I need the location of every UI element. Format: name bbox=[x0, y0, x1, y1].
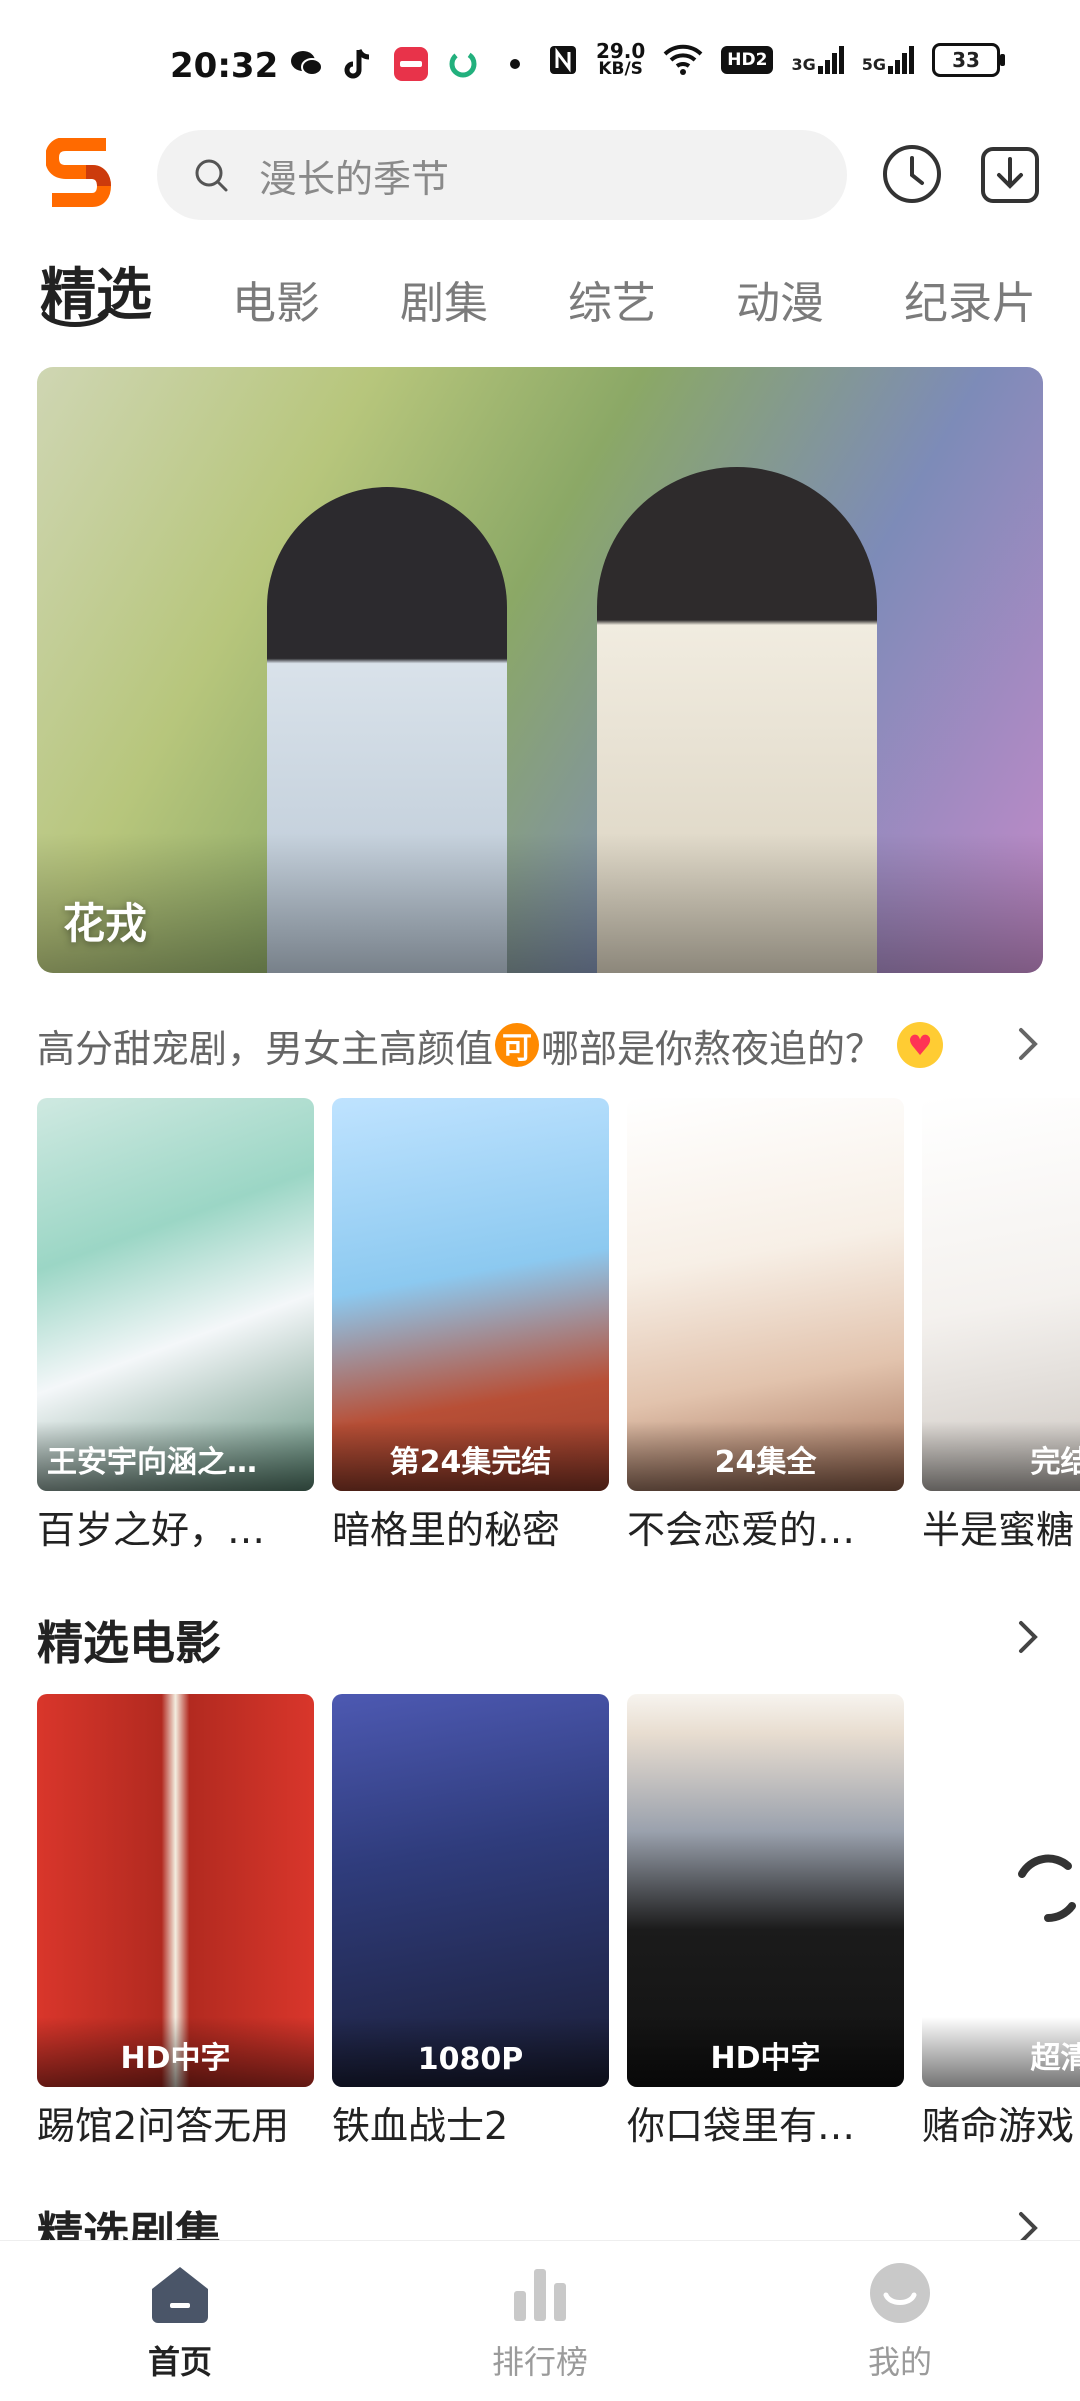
download-icon bbox=[981, 147, 1039, 203]
battery-level: 33 bbox=[952, 48, 980, 72]
wifi-icon bbox=[663, 44, 703, 75]
system-status-icons: 29.0 KB/S HD2 3G 5G 33 bbox=[548, 39, 1005, 79]
poster-badge: HD中字 bbox=[710, 2041, 821, 2076]
poster-badge: 1080P bbox=[417, 2042, 524, 2077]
history-button[interactable] bbox=[880, 142, 944, 206]
tab-series[interactable]: 剧集 bbox=[400, 267, 488, 331]
nav-ranking-label: 排行榜 bbox=[491, 2343, 588, 2381]
section-title-featured-movies: 精选电影 bbox=[37, 1616, 221, 1670]
xiaohongshu-icon bbox=[394, 47, 428, 81]
status-bar: 20:32 29.0 KB/S HD2 3G 5G 33 bbox=[0, 0, 1080, 125]
hd-badge: HD2 bbox=[721, 46, 774, 74]
poster-image: HD中字 bbox=[627, 1694, 904, 2087]
nav-profile[interactable]: 我的 bbox=[800, 2259, 1000, 2383]
search-placeholder: 漫长的季节 bbox=[259, 156, 450, 201]
nfc-icon bbox=[549, 46, 576, 74]
clock-icon bbox=[883, 145, 941, 203]
movie-card[interactable]: HD中字 踢馆2问答无用 bbox=[37, 1694, 314, 2150]
signal-5g: 5G bbox=[862, 46, 914, 74]
nav-home[interactable]: 首页 bbox=[80, 2259, 280, 2383]
poster-badge: 完结 bbox=[1030, 1445, 1080, 1480]
poster-title: 不会恋爱的… bbox=[627, 1508, 856, 1552]
poster-image: 1080P bbox=[332, 1694, 609, 2087]
poster-badge: 超清 bbox=[1030, 2041, 1080, 2076]
poster-badge: HD中字 bbox=[120, 2041, 231, 2076]
promo-text-after: 哪部是你熬夜追的？ bbox=[541, 1026, 884, 1071]
heart-eyes-emoji-icon: ♥ bbox=[897, 1022, 944, 1068]
app-icon bbox=[446, 47, 480, 81]
poster-card[interactable]: 第24集完结 暗格里的秘密 bbox=[332, 1098, 609, 1554]
poster-badge: 24集全 bbox=[714, 1445, 817, 1480]
poster-image: 第24集完结 bbox=[332, 1098, 609, 1491]
poster-image-loading: 超清 bbox=[922, 1694, 1080, 2087]
hero-banner[interactable]: 花戎 bbox=[37, 367, 1043, 973]
tab-variety[interactable]: 综艺 bbox=[568, 267, 656, 331]
wechat-icon bbox=[290, 47, 324, 81]
poster-image: 完结 bbox=[922, 1098, 1080, 1491]
poster-badge: 王安宇向涵之… bbox=[47, 1445, 257, 1480]
network-rate-value: 29.0 bbox=[595, 39, 646, 63]
category-tabs: 精选 电影 剧集 综艺 动漫 纪录片 bbox=[40, 250, 1080, 331]
poster-title: 踢馆2问答无用 bbox=[37, 2104, 290, 2148]
download-button[interactable] bbox=[978, 142, 1042, 206]
featured-movies-row: HD中字 踢馆2问答无用 1080P 铁血战士2 HD中字 你口袋里有… 超 赌… bbox=[37, 1694, 1080, 2154]
search-icon bbox=[195, 159, 228, 192]
bottom-navigation: 首页 排行榜 我的 bbox=[0, 2240, 1080, 2401]
tab-anime[interactable]: 动漫 bbox=[736, 267, 824, 331]
movie-card[interactable]: 1080P 铁血战士2 bbox=[332, 1694, 609, 2150]
tiktok-icon bbox=[342, 47, 376, 81]
poster-title: 百岁之好，… bbox=[37, 1508, 266, 1552]
movie-card[interactable]: 超清 赌命游戏 bbox=[922, 1694, 1080, 2150]
poster-badge: 第24集完结 bbox=[389, 1445, 552, 1480]
poster-image: HD中字 bbox=[37, 1694, 314, 2087]
poster-card[interactable]: 王安宇向涵之… 百岁之好，… bbox=[37, 1098, 314, 1554]
poster-title: 半是蜜糖 bbox=[922, 1508, 1075, 1552]
drama-row: 王安宇向涵之… 百岁之好，… 第24集完结 暗格里的秘密 24集全 不会恋爱的…… bbox=[37, 1098, 1080, 1558]
poster-title: 你口袋里有… bbox=[627, 2104, 856, 2148]
loading-spinner-icon bbox=[1018, 1854, 1076, 1922]
profile-icon bbox=[870, 2263, 930, 2323]
battery-indicator: 33 bbox=[932, 43, 1005, 77]
chevron-right-icon bbox=[1019, 1028, 1038, 1060]
status-time: 20:32 bbox=[170, 46, 279, 86]
promo-topic[interactable]: 高分甜宠剧，男女主高颜值 可 哪部是你熬夜追的？ ♥ bbox=[37, 1010, 1043, 1080]
section-more-chevron-icon[interactable] bbox=[1015, 1617, 1043, 1657]
promo-text-before: 高分甜宠剧，男女主高颜值 bbox=[37, 1026, 494, 1071]
signal-3g: 3G bbox=[791, 46, 844, 74]
nav-profile-label: 我的 bbox=[867, 2343, 932, 2381]
signal-bars-icon bbox=[888, 46, 914, 74]
network-rate-unit: KB/S bbox=[598, 59, 643, 79]
signal-3g-label: 3G bbox=[791, 55, 816, 74]
promo-badge: 可 bbox=[495, 1023, 540, 1067]
dot-indicator-icon bbox=[498, 47, 532, 81]
active-tab-indicator bbox=[41, 311, 109, 327]
nav-ranking[interactable]: 排行榜 bbox=[440, 2259, 640, 2383]
tab-documentary[interactable]: 纪录片 bbox=[904, 267, 1036, 331]
search-bar[interactable]: 漫长的季节 bbox=[157, 130, 847, 220]
notification-icons bbox=[290, 47, 532, 81]
tab-movies[interactable]: 电影 bbox=[232, 267, 320, 331]
signal-5g-label: 5G bbox=[861, 55, 886, 74]
signal-bars-icon bbox=[817, 46, 844, 74]
app-logo[interactable] bbox=[45, 137, 112, 214]
poster-title: 赌命游戏 bbox=[922, 2104, 1075, 2148]
poster-title: 铁血战士2 bbox=[332, 2104, 509, 2148]
bar-chart-icon bbox=[514, 2269, 566, 2321]
poster-image: 24集全 bbox=[627, 1098, 904, 1491]
home-icon bbox=[152, 2267, 208, 2323]
banner-title: 花戎 bbox=[63, 899, 148, 948]
nav-home-label: 首页 bbox=[147, 2343, 212, 2381]
poster-card[interactable]: 24集全 不会恋爱的… bbox=[627, 1098, 904, 1554]
poster-image: 王安宇向涵之… bbox=[37, 1098, 314, 1491]
poster-card[interactable]: 完结 半是蜜糖 bbox=[922, 1098, 1080, 1554]
network-rate: 29.0 KB/S bbox=[595, 39, 646, 79]
poster-title: 暗格里的秘密 bbox=[332, 1508, 561, 1552]
movie-card[interactable]: HD中字 你口袋里有… bbox=[627, 1694, 904, 2150]
